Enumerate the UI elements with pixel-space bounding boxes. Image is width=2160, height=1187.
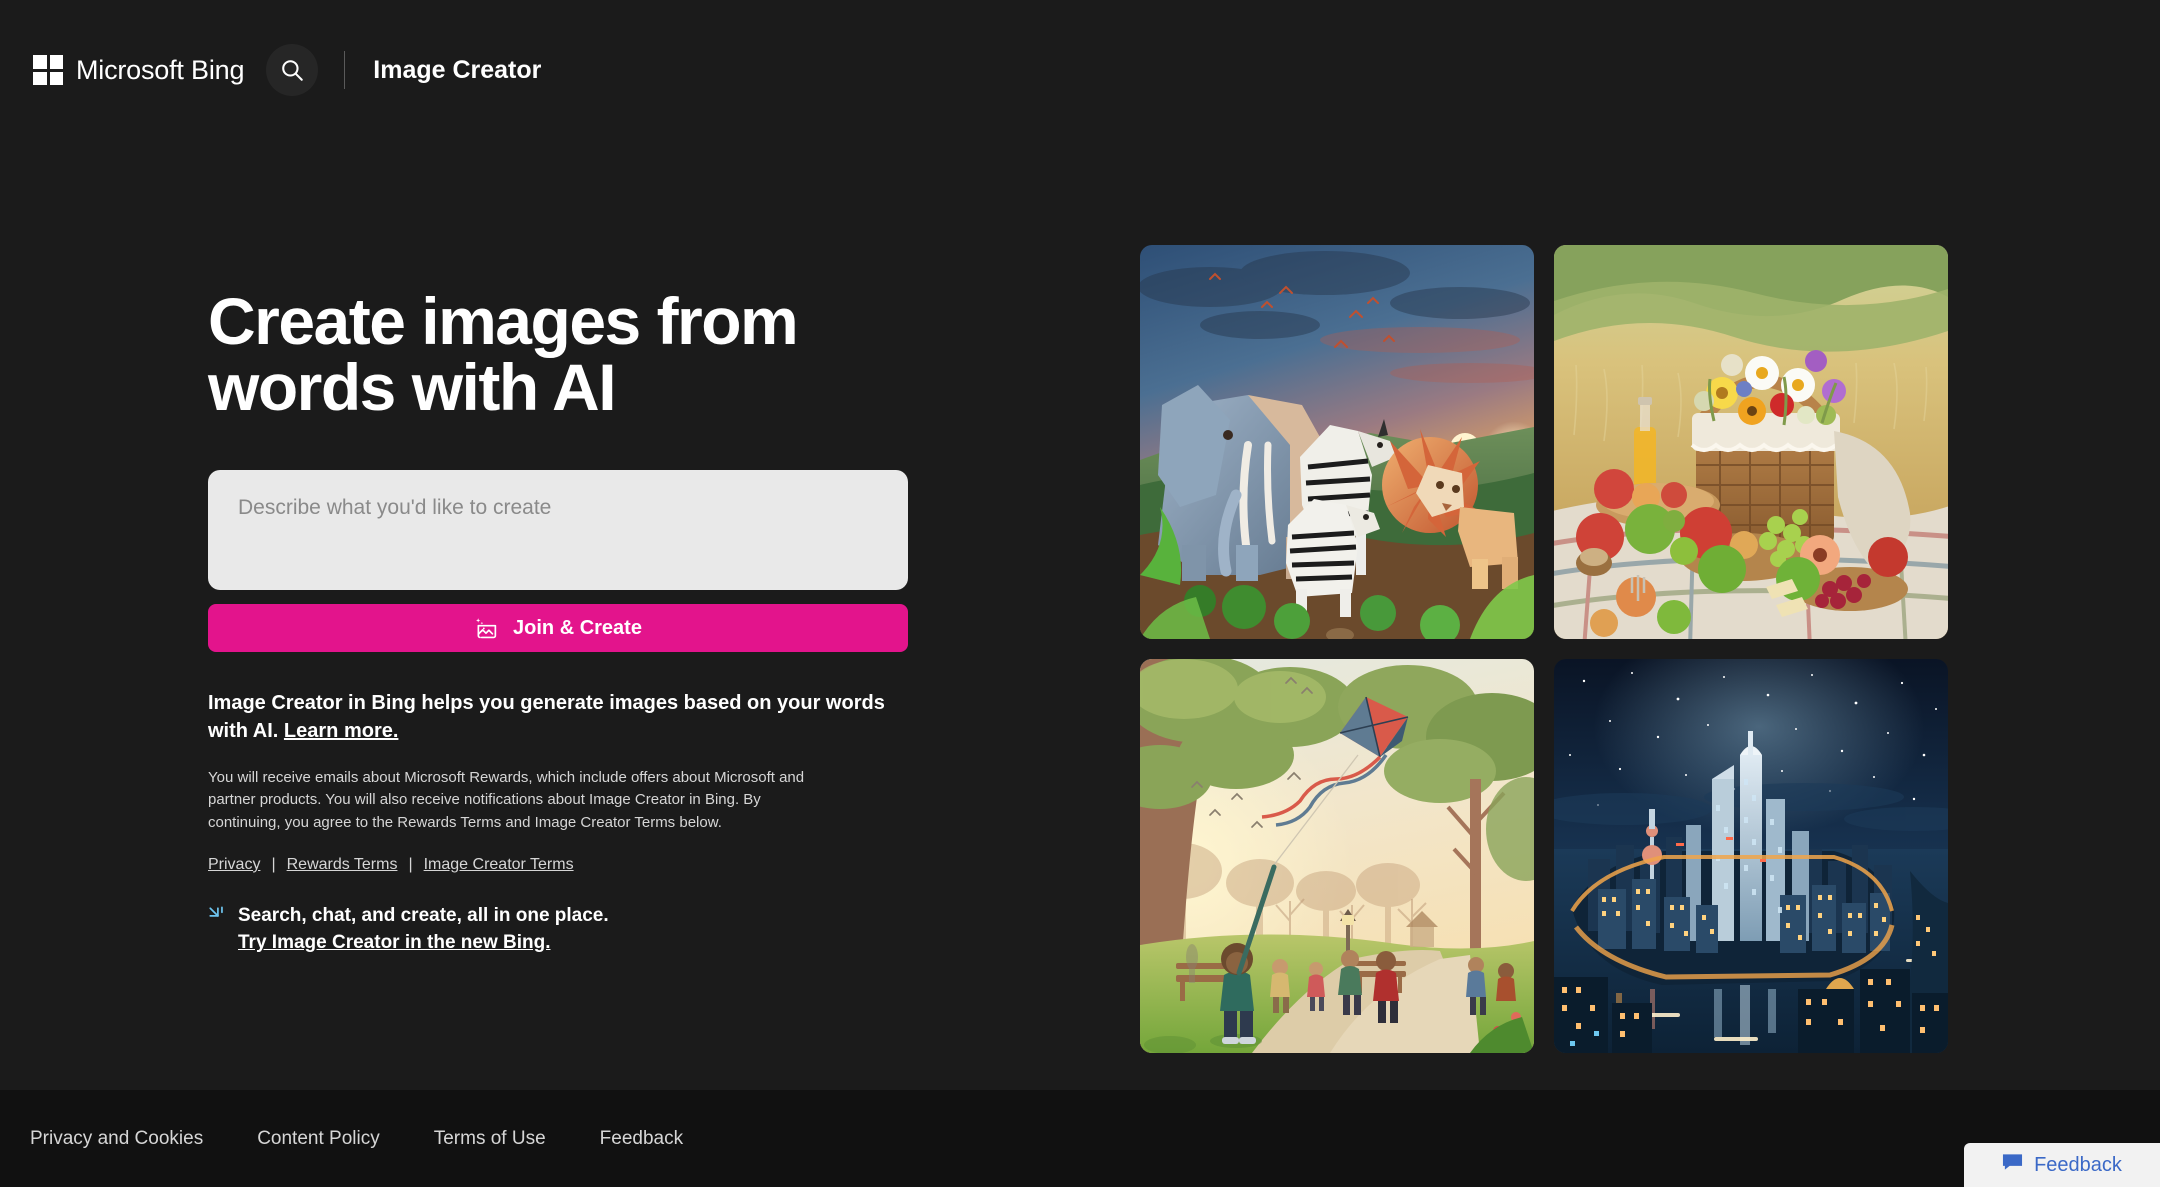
page-title: Image Creator (373, 55, 542, 84)
feedback-widget-label: Feedback (2034, 1153, 2122, 1176)
search-button[interactable] (266, 44, 319, 96)
learn-more-link[interactable]: Learn more. (284, 720, 398, 742)
sample-image-gallery (1140, 245, 1948, 1053)
site-footer: Privacy and Cookies Content Policy Terms… (0, 1090, 2160, 1187)
main-content: Create images from words with AI Join & … (0, 140, 2160, 1090)
terms-separator-2: | (408, 855, 413, 873)
header-divider (344, 51, 346, 89)
footer-link-content-policy[interactable]: Content Policy (257, 1128, 380, 1150)
image-sparkle-icon (474, 616, 499, 641)
gallery-image-4[interactable] (1554, 659, 1948, 1053)
gallery-image-2[interactable] (1554, 245, 1948, 639)
feedback-widget-button[interactable]: Feedback (1964, 1143, 2160, 1187)
footer-link-privacy-and-cookies[interactable]: Privacy and Cookies (30, 1128, 203, 1150)
prompt-input[interactable] (208, 470, 908, 590)
hero-panel: Create images from words with AI Join & … (0, 140, 1120, 1090)
privacy-link[interactable]: Privacy (208, 856, 260, 874)
footer-link-terms-of-use[interactable]: Terms of Use (434, 1128, 546, 1150)
rewards-terms-link[interactable]: Rewards Terms (287, 856, 398, 874)
speech-bubble-icon (2002, 1153, 2023, 1177)
gallery-image-1[interactable] (1140, 245, 1534, 639)
try-new-bing-link[interactable]: Try Image Creator in the new Bing. (238, 929, 551, 957)
terms-links-row: Privacy | Rewards Terms | Image Creator … (208, 856, 1120, 874)
join-and-create-button[interactable]: Join & Create (208, 604, 908, 652)
footer-link-feedback[interactable]: Feedback (600, 1128, 683, 1150)
app-header: Microsoft Bing Image Creator (0, 0, 2160, 140)
microsoft-bing-home-link[interactable]: Microsoft Bing (33, 55, 244, 86)
product-description: Image Creator in Bing helps you generate… (208, 690, 898, 745)
terms-separator-1: | (271, 855, 276, 873)
new-bing-promo-headline: Search, chat, and create, all in one pla… (238, 904, 609, 926)
brand-wordmark: Microsoft Bing (76, 54, 245, 85)
image-creator-terms-link[interactable]: Image Creator Terms (424, 856, 574, 874)
microsoft-logo-icon (33, 55, 63, 85)
join-and-create-label: Join & Create (513, 616, 642, 639)
new-bing-promo: Search, chat, and create, all in one pla… (208, 902, 1120, 957)
hero-title: Create images from words with AI (208, 284, 799, 424)
new-bing-promo-text: Search, chat, and create, all in one pla… (238, 902, 609, 957)
bing-sparkle-icon (208, 906, 226, 929)
gallery-image-3[interactable] (1140, 659, 1534, 1053)
search-icon (279, 57, 305, 83)
legal-disclaimer: You will receive emails about Microsoft … (208, 769, 805, 831)
